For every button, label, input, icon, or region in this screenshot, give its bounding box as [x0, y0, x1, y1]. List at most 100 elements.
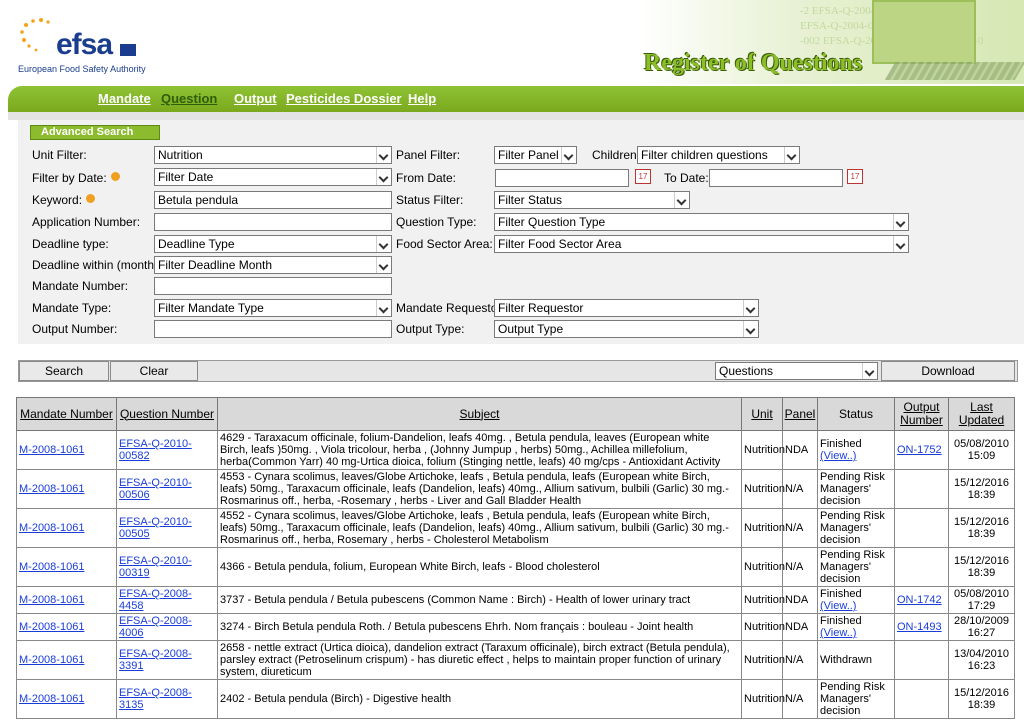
- updated-date: 13/04/2010: [953, 648, 1010, 660]
- application-number-label: Application Number:: [32, 215, 141, 229]
- nav-pesticides-dossier[interactable]: Pesticides Dossier: [286, 91, 402, 106]
- deadline-within-label: Deadline within (months):: [32, 258, 168, 272]
- mandate-number-link[interactable]: M-2008-1061: [19, 522, 84, 534]
- cell-subject: 4553 - Cynara scolimus, leaves/Globe Art…: [217, 469, 742, 509]
- cell-panel: NDA: [782, 430, 818, 470]
- efsa-logo[interactable]: efsa European Food Safety Authority: [18, 18, 148, 78]
- calendar-icon[interactable]: 17: [635, 169, 651, 184]
- table-row: M-2008-1061 EFSA-Q-2008-4458 3737 - Betula…: [16, 586, 1015, 614]
- column-header-subject[interactable]: Subject: [217, 397, 742, 431]
- output-type-label: Output Type:: [396, 322, 465, 336]
- cell-output-number: [894, 469, 949, 509]
- search-button[interactable]: Search: [19, 361, 109, 381]
- mandate-number-input[interactable]: [154, 277, 392, 295]
- panel-filter-select[interactable]: Filter Panel: [494, 146, 577, 164]
- cell-mandate-number: M-2008-1061: [16, 586, 117, 614]
- cell-panel: NDA: [782, 586, 818, 614]
- question-type-select[interactable]: Filter Question Type: [494, 213, 909, 231]
- cell-status: Finished (View..): [817, 586, 895, 614]
- cell-output-number: [894, 679, 949, 719]
- chevron-down-icon: [376, 236, 391, 252]
- results-body: M-2008-1061 EFSA-Q-2010-00582 4629 - Tarax…: [16, 430, 1015, 719]
- nav-question[interactable]: Question: [161, 91, 217, 106]
- column-header-question-number[interactable]: Question Number: [116, 397, 218, 431]
- from-date-label: From Date:: [396, 171, 457, 185]
- column-header-unit[interactable]: Unit: [741, 397, 783, 431]
- output-number-label: Output Number:: [32, 322, 118, 336]
- mandate-number-link[interactable]: M-2008-1061: [19, 693, 84, 705]
- updated-date: 15/12/2016: [953, 516, 1010, 528]
- mandate-number-link[interactable]: M-2008-1061: [19, 654, 84, 666]
- status-view-link[interactable]: (View..): [820, 627, 856, 639]
- output-number-link[interactable]: ON-1493: [897, 621, 942, 633]
- clear-button[interactable]: Clear: [110, 361, 198, 381]
- application-number-input[interactable]: [154, 213, 392, 231]
- column-header-panel[interactable]: Panel: [782, 397, 818, 431]
- deadline-type-select[interactable]: Deadline Type: [154, 235, 392, 253]
- mandate-number-link[interactable]: M-2008-1061: [19, 444, 84, 456]
- status-filter-label: Status Filter:: [396, 193, 464, 207]
- cell-mandate-number: M-2008-1061: [16, 547, 117, 587]
- column-header-mandate-number[interactable]: Mandate Number: [16, 397, 117, 431]
- output-number-input[interactable]: [154, 320, 392, 338]
- cell-output-number: ON-1752: [894, 430, 949, 470]
- nav-help[interactable]: Help: [408, 91, 436, 106]
- results-table: Mandate Number Question Number Subject U…: [16, 397, 1015, 719]
- output-number-link[interactable]: ON-1752: [897, 444, 942, 456]
- to-date-input[interactable]: [709, 169, 843, 187]
- question-number-link[interactable]: EFSA-Q-2010-00582: [119, 438, 192, 462]
- updated-date: 15/12/2016: [953, 555, 1010, 567]
- cell-output-number: [894, 547, 949, 587]
- updated-time: 18:39: [967, 489, 996, 501]
- mandate-number-link[interactable]: M-2008-1061: [19, 594, 84, 606]
- question-number-link[interactable]: EFSA-Q-2008-3135: [119, 687, 192, 711]
- output-number-link[interactable]: ON-1742: [897, 594, 942, 606]
- panel-filter-label: Panel Filter:: [396, 148, 461, 162]
- status-view-link[interactable]: (View..): [820, 600, 856, 612]
- download-button[interactable]: Download: [881, 361, 1015, 381]
- nav-mandate[interactable]: Mandate: [98, 91, 151, 106]
- question-number-link[interactable]: EFSA-Q-2008-4006: [119, 615, 192, 639]
- cell-subject: 4366 - Betula pendula, folium, European …: [217, 547, 742, 587]
- mandate-number-link[interactable]: M-2008-1061: [19, 621, 84, 633]
- output-type-select[interactable]: Output Type: [494, 320, 759, 338]
- cell-question-number: EFSA-Q-2010-00506: [116, 469, 218, 509]
- cell-output-number: ON-1493: [894, 613, 949, 641]
- logo-subtitle: European Food Safety Authority: [18, 64, 146, 74]
- question-type-label: Question Type:: [396, 215, 477, 229]
- children-select[interactable]: Filter children questions: [637, 146, 800, 164]
- mandate-type-select[interactable]: Filter Mandate Type: [154, 299, 392, 317]
- export-type-select[interactable]: Questions: [715, 362, 878, 380]
- status-text: Pending Risk Managers' decision: [820, 471, 885, 507]
- keyword-input[interactable]: Betula pendula: [154, 191, 392, 209]
- from-date-input[interactable]: [495, 169, 629, 187]
- cell-status: Pending Risk Managers' decision: [817, 547, 895, 587]
- column-header-output-number[interactable]: Output Number: [894, 397, 949, 431]
- filter-date-select[interactable]: Filter Date: [154, 168, 392, 186]
- cell-status: Finished (View..): [817, 430, 895, 470]
- question-number-link[interactable]: EFSA-Q-2008-4458: [119, 588, 192, 612]
- question-number-link[interactable]: EFSA-Q-2008-3391: [119, 648, 192, 672]
- question-number-link[interactable]: EFSA-Q-2010-00319: [119, 555, 192, 579]
- cell-subject: 4629 - Taraxacum officinale, folium-Dand…: [217, 430, 742, 470]
- question-number-link[interactable]: EFSA-Q-2010-00505: [119, 516, 192, 540]
- mandate-number-link[interactable]: M-2008-1061: [19, 561, 84, 573]
- updated-time: 18:39: [967, 699, 996, 711]
- nav-output[interactable]: Output: [234, 91, 277, 106]
- deadline-month-select[interactable]: Filter Deadline Month: [154, 256, 392, 274]
- cell-question-number: EFSA-Q-2008-3391: [116, 640, 218, 680]
- status-view-link[interactable]: (View..): [820, 450, 856, 462]
- cell-status: Pending Risk Managers' decision: [817, 469, 895, 509]
- filter-by-date-label: Filter by Date:: [32, 170, 120, 186]
- status-filter-select[interactable]: Filter Status: [494, 191, 690, 209]
- cell-unit: Nutrition: [741, 508, 785, 548]
- status-text: Withdrawn: [820, 654, 872, 666]
- food-sector-area-select[interactable]: Filter Food Sector Area: [494, 235, 909, 253]
- question-number-link[interactable]: EFSA-Q-2010-00506: [119, 477, 192, 501]
- column-header-last-updated[interactable]: Last Updated: [948, 397, 1015, 431]
- cell-panel: N/A: [782, 679, 818, 719]
- calendar-icon[interactable]: 17: [847, 169, 863, 184]
- mandate-requestor-select[interactable]: Filter Requestor: [494, 299, 759, 317]
- mandate-number-link[interactable]: M-2008-1061: [19, 483, 84, 495]
- unit-filter-select[interactable]: Nutrition: [154, 146, 392, 164]
